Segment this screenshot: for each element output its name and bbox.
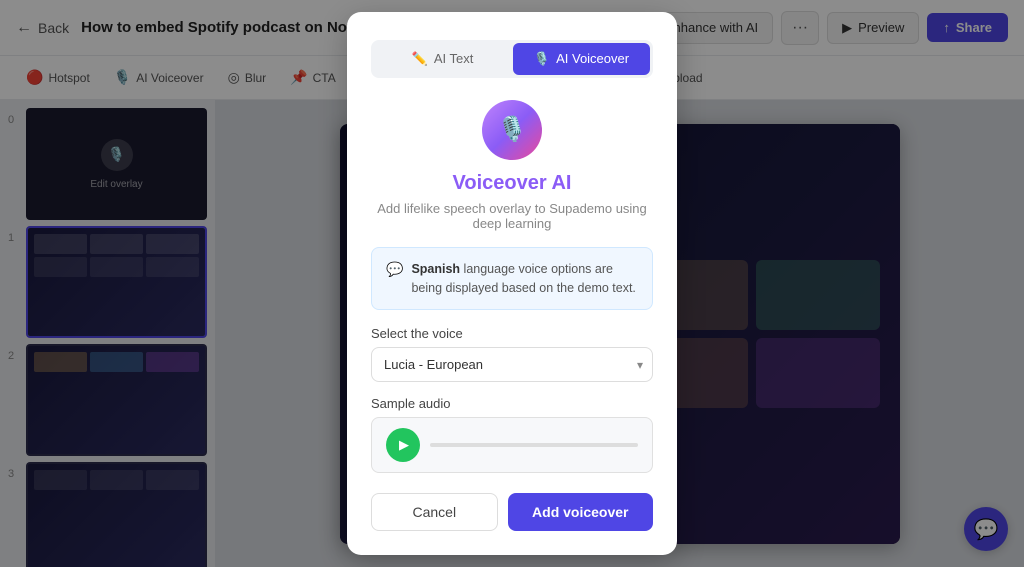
audio-player: ▶ [371,417,653,473]
mic-icon: 🎙️ [497,115,527,144]
cancel-button[interactable]: Cancel [371,493,498,531]
modal-subtitle: Add lifelike speech overlay to Supademo … [371,201,653,231]
ai-text-tab-icon: ✏️ [412,51,428,67]
voice-icon-circle: 🎙️ [482,100,542,160]
audio-progress-bar[interactable] [430,443,638,447]
play-button[interactable]: ▶ [386,428,420,462]
play-icon: ▶ [399,437,409,453]
info-box: 💬 Spanish language voice options are bei… [371,247,653,311]
ai-text-tab[interactable]: ✏️ AI Text [374,43,511,75]
modal-overlay: ✏️ AI Text 🎙️ AI Voiceover 🎙️ Voiceover … [0,0,1024,567]
modal-tabs: ✏️ AI Text 🎙️ AI Voiceover [371,40,653,78]
modal-title: Voiceover AI [453,172,572,195]
info-text: Spanish language voice options are being… [411,260,638,298]
add-voiceover-button[interactable]: Add voiceover [508,493,653,531]
select-voice-label: Select the voice [371,326,463,341]
info-text-bold: Spanish [411,262,460,276]
ai-text-tab-label: AI Text [434,51,474,66]
audio-label: Sample audio [371,396,451,411]
info-icon: 💬 [386,261,403,278]
ai-voiceover-tab-icon: 🎙️ [534,51,550,67]
voice-select[interactable]: Lucia - European Carlos - European Sofia… [371,347,653,382]
modal: ✏️ AI Text 🎙️ AI Voiceover 🎙️ Voiceover … [347,12,677,556]
voice-select-wrap: Lucia - European Carlos - European Sofia… [371,347,653,382]
ai-voiceover-tab[interactable]: 🎙️ AI Voiceover [513,43,650,75]
ai-voiceover-tab-label: AI Voiceover [556,51,629,66]
modal-actions: Cancel Add voiceover [371,493,653,531]
